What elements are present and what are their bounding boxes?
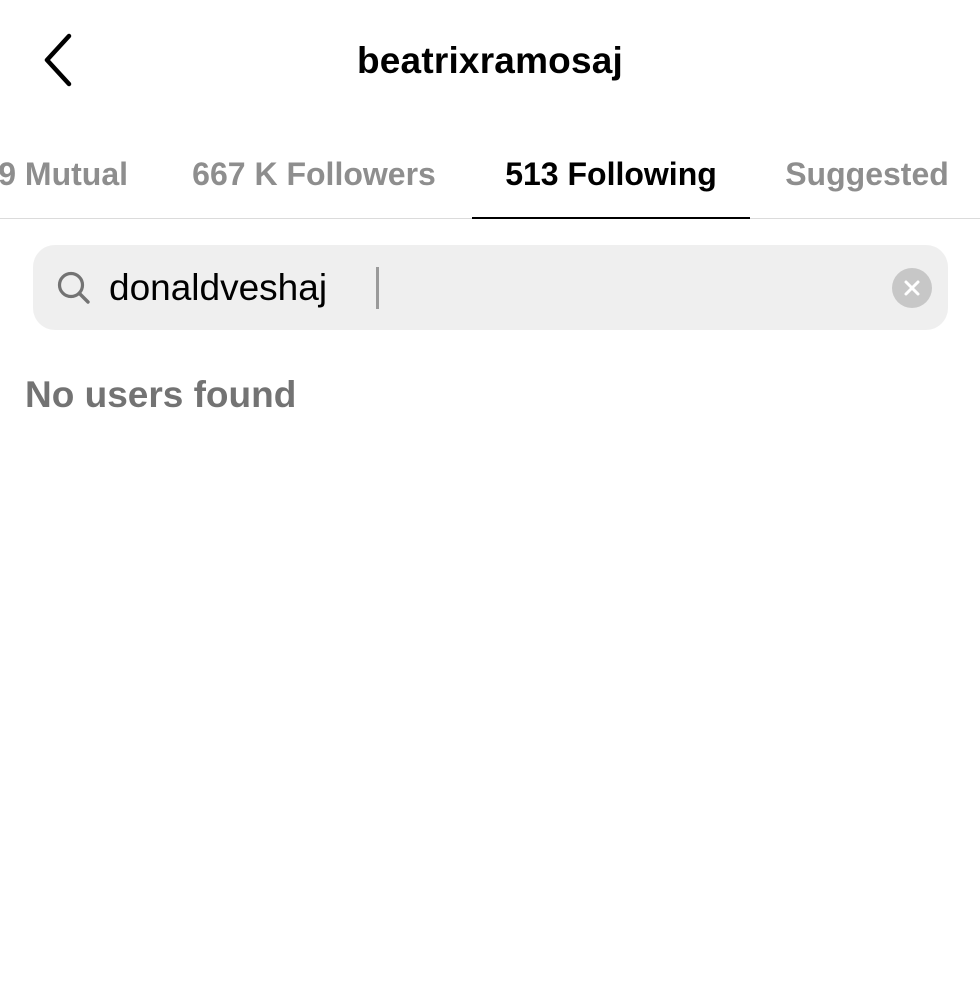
search-input[interactable] (109, 245, 869, 330)
search-bar (33, 245, 948, 330)
tab-following[interactable]: 513 Following (472, 130, 750, 219)
tab-bar: 9 Mutual 667 K Followers 513 Following S… (0, 130, 980, 219)
tab-followers[interactable]: 667 K Followers (168, 130, 460, 218)
clear-icon (904, 280, 920, 296)
text-caret (376, 267, 379, 309)
empty-state-message: No users found (25, 374, 297, 415)
following-list-screen: beatrixramosaj 9 Mutual 667 K Followers … (0, 0, 980, 982)
clear-search-button[interactable] (892, 268, 932, 308)
tab-suggested[interactable]: Suggested (762, 130, 972, 218)
header: beatrixramosaj (0, 0, 980, 130)
tab-mutual[interactable]: 9 Mutual (0, 130, 140, 218)
page-title: beatrixramosaj (356, 40, 624, 81)
search-icon (57, 271, 90, 304)
